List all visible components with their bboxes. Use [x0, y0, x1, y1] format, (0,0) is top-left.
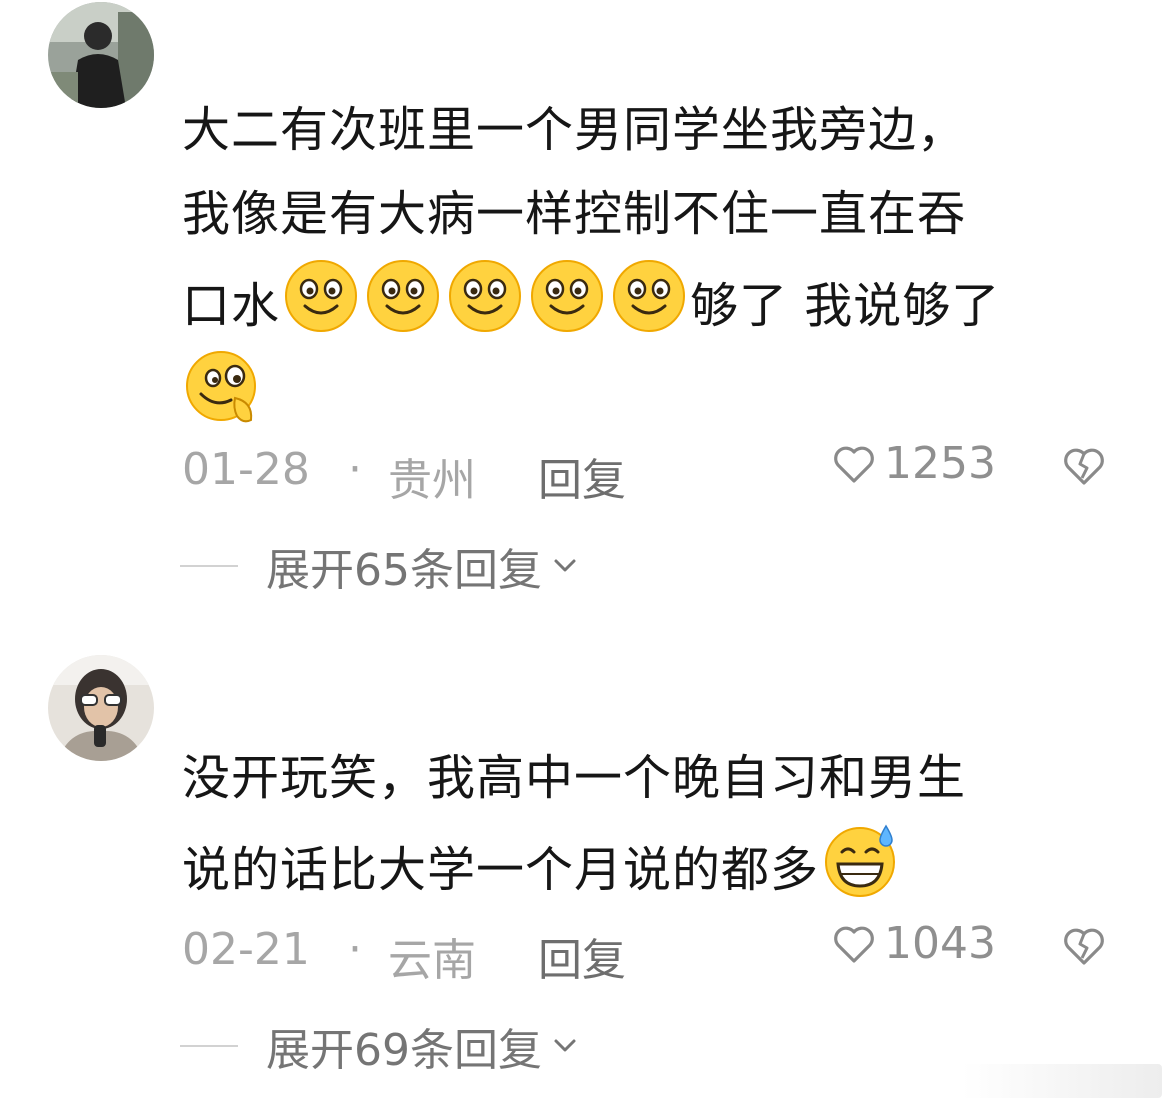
comment-text: 没开玩笑，我高中一个晚自习和男生 说的话比大学一个月说的都多 [182, 736, 1112, 912]
expand-replies-label: 展开65条回复 [266, 545, 542, 596]
like-button[interactable]: 1043 [830, 918, 996, 969]
heart-outline-icon [834, 446, 874, 483]
divider-line [180, 1045, 238, 1047]
like-count: 1043 [884, 918, 996, 969]
comment-line: 大二有次班里一个男同学坐我旁边， [182, 102, 967, 158]
avatar[interactable] [48, 655, 154, 761]
comment-line: 没开玩笑，我高中一个晚自习和男生 [182, 750, 967, 806]
sweat-grin-emoji-icon [820, 820, 900, 900]
separator-dot: · [348, 444, 362, 495]
expand-replies-button[interactable]: 展开65条回复 [180, 536, 580, 596]
drool-face-emoji-icon [183, 348, 263, 428]
smile-emoji-icon [527, 256, 607, 336]
comment-date: 02-21 [182, 924, 310, 975]
reply-button[interactable]: 回复 [538, 444, 626, 508]
comment-meta: 02-21 · 云南 回复 1043 [182, 918, 1122, 986]
reply-button[interactable]: 回复 [538, 924, 626, 988]
expand-replies-button[interactable]: 展开69条回复 [180, 1016, 580, 1076]
heart-outline-icon [834, 926, 874, 963]
broken-heart-icon[interactable] [1060, 442, 1108, 490]
expand-replies-label: 展开69条回复 [266, 1025, 542, 1076]
comment-line: 我像是有大病一样控制不住一直在吞 [182, 186, 967, 242]
chevron-down-icon [554, 559, 576, 572]
comment-text-tail: 够了 我说够了 [690, 278, 1001, 334]
smile-emoji-icon [363, 256, 443, 336]
comment-location: 云南 [388, 935, 476, 986]
comment-date: 01-28 [182, 444, 310, 495]
comment-line: 口水 [182, 278, 281, 334]
like-button[interactable]: 1253 [830, 438, 996, 489]
separator-dot: · [348, 924, 362, 975]
avatar[interactable] [48, 2, 154, 108]
smile-emoji-icon [609, 256, 689, 336]
smile-emoji-icon [281, 256, 361, 336]
comment-location: 贵州 [388, 455, 476, 506]
watermark [962, 1064, 1162, 1098]
divider-line [180, 565, 238, 567]
smile-emoji-icon [445, 256, 525, 336]
like-count: 1253 [884, 438, 996, 489]
comment-meta: 01-28 · 贵州 回复 1253 [182, 438, 1122, 506]
comment-text: 大二有次班里一个男同学坐我旁边， 我像是有大病一样控制不住一直在吞 口水 够了 我… [182, 88, 1112, 436]
chevron-down-icon [554, 1039, 576, 1052]
broken-heart-icon[interactable] [1060, 922, 1108, 970]
comment-line: 说的话比大学一个月说的都多 [182, 842, 820, 898]
